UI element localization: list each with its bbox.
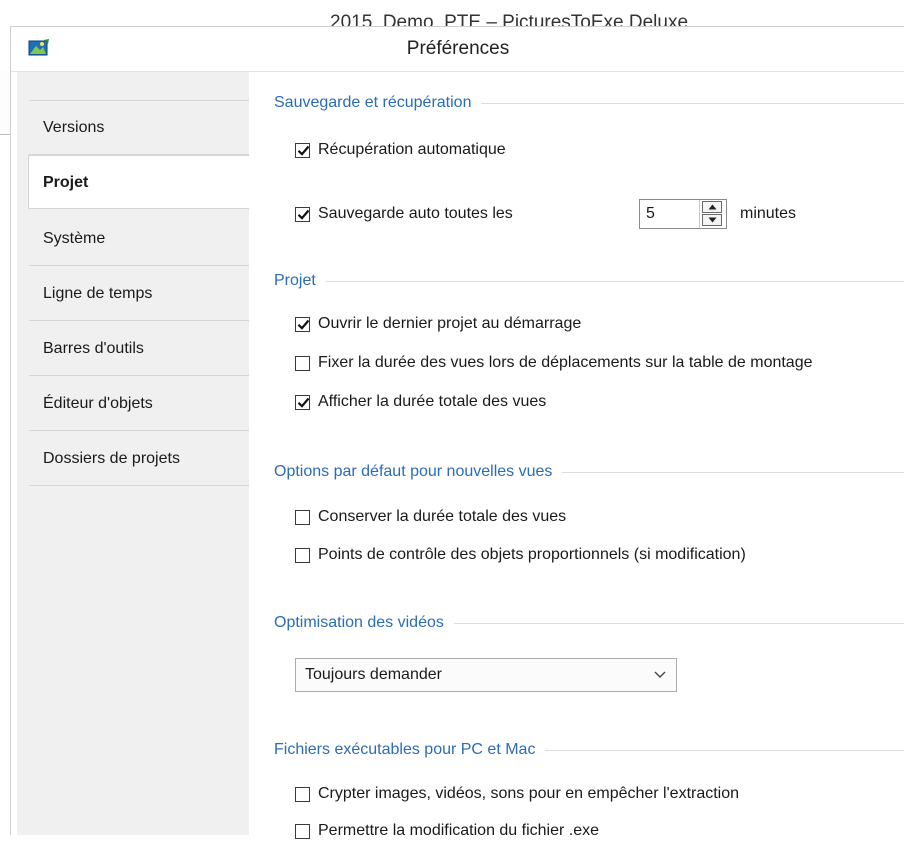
sidebar-item-versions[interactable]: Versions	[29, 101, 249, 155]
auto-save-minutes-value[interactable]: 5	[646, 200, 655, 228]
section-heading-project: Projet	[274, 270, 904, 292]
open-last-project-label: Ouvrir le dernier projet au démarrage	[318, 315, 582, 332]
encrypt-media-checkbox[interactable]: Crypter images, vidéos, sons pour en emp…	[295, 783, 739, 805]
sidebar-item-editeur-objets[interactable]: Éditeur d'objets	[29, 377, 249, 431]
fix-slide-duration-label: Fixer la durée des vues lors de déplacem…	[318, 354, 813, 371]
show-total-duration-label: Afficher la durée totale des vues	[318, 393, 547, 410]
stepper-buttons	[699, 200, 726, 228]
preferences-dialog: Préférences Versions Projet Système Lign…	[10, 26, 904, 839]
stepper-down-icon[interactable]	[702, 214, 722, 226]
sidebar-item-barres-outils[interactable]: Barres d'outils	[29, 322, 249, 376]
stepper-up-icon[interactable]	[702, 201, 722, 213]
show-total-duration-checkbox[interactable]: Afficher la durée totale des vues	[295, 391, 546, 413]
auto-save-minutes-stepper[interactable]: 5	[639, 199, 727, 229]
fix-slide-duration-checkbox[interactable]: Fixer la durée des vues lors de déplacem…	[295, 352, 813, 374]
section-heading-save: Sauvegarde et récupération	[274, 92, 904, 114]
sidebar-item-systeme[interactable]: Système	[29, 212, 249, 266]
auto-recovery-checkbox[interactable]: Récupération automatique	[295, 139, 506, 161]
checkbox-icon[interactable]	[295, 509, 310, 525]
checkbox-icon[interactable]	[295, 355, 310, 371]
keep-total-duration-checkbox[interactable]: Conserver la durée totale des vues	[295, 506, 566, 528]
sidebar: Versions Projet Système Ligne de temps B…	[17, 72, 250, 835]
allow-exe-modification-label: Permettre la modification du fichier .ex…	[318, 822, 600, 839]
open-last-project-checkbox[interactable]: Ouvrir le dernier projet au démarrage	[295, 313, 581, 335]
keep-total-duration-label: Conserver la durée totale des vues	[318, 508, 567, 525]
auto-save-checkbox[interactable]: Sauvegarde auto toutes les	[295, 203, 513, 225]
sidebar-item-dossiers-projets[interactable]: Dossiers de projets	[29, 432, 249, 486]
checkbox-icon[interactable]	[295, 142, 310, 158]
sidebar-item-ligne-de-temps[interactable]: Ligne de temps	[29, 267, 249, 321]
section-heading-save-label: Sauvegarde et récupération	[274, 94, 472, 111]
allow-exe-modification-checkbox[interactable]: Permettre la modification du fichier .ex…	[295, 820, 599, 842]
video-optimisation-select[interactable]: Toujours demander	[295, 658, 677, 692]
proportional-control-points-checkbox[interactable]: Points de contrôle des objets proportion…	[295, 544, 746, 566]
dialog-title: Préférences	[406, 38, 510, 59]
chevron-down-icon	[654, 671, 666, 678]
checkbox-icon[interactable]	[295, 786, 310, 802]
section-heading-executables: Fichiers exécutables pour PC et Mac	[274, 739, 904, 761]
auto-recovery-label: Récupération automatique	[318, 141, 506, 158]
encrypt-media-label: Crypter images, vidéos, sons pour en emp…	[318, 785, 740, 802]
preferences-content: Sauvegarde et récupération Récupération …	[249, 72, 904, 839]
checkbox-icon[interactable]	[295, 394, 310, 410]
section-heading-defaults: Options par défaut pour nouvelles vues	[274, 461, 904, 483]
proportional-control-points-label: Points de contrôle des objets proportion…	[318, 546, 746, 563]
section-heading-video-label: Optimisation des vidéos	[274, 614, 444, 631]
section-heading-video: Optimisation des vidéos	[274, 612, 904, 634]
checkbox-icon[interactable]	[295, 206, 310, 222]
section-heading-project-label: Projet	[274, 272, 316, 289]
section-heading-executables-label: Fichiers exécutables pour PC et Mac	[274, 741, 536, 758]
video-optimisation-selected-value: Toujours demander	[305, 666, 442, 683]
section-heading-defaults-label: Options par défaut pour nouvelles vues	[274, 463, 553, 480]
dialog-titlebar[interactable]: Préférences	[11, 27, 904, 72]
auto-save-label: Sauvegarde auto toutes les	[318, 205, 513, 222]
background-window-title: 2015_Demo_PTE – PicturesToExe Deluxe	[330, 12, 689, 26]
sidebar-item-projet[interactable]: Projet	[28, 155, 249, 209]
checkbox-icon[interactable]	[295, 316, 310, 332]
checkbox-icon[interactable]	[295, 823, 310, 839]
background-window-edge	[0, 70, 10, 135]
checkbox-icon[interactable]	[295, 547, 310, 563]
minutes-unit-label: minutes	[740, 205, 797, 222]
